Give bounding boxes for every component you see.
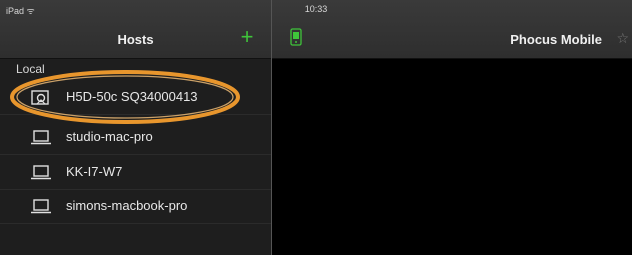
host-label: KK-I7-W7 (66, 164, 123, 179)
host-row-kk-i7-w7[interactable]: KK-I7-W7 (0, 155, 271, 190)
main-pane: Phocus Mobile ☆ (272, 0, 632, 255)
main-title: Phocus Mobile (510, 32, 602, 47)
camera-icon (31, 90, 49, 105)
laptop-icon (31, 199, 51, 214)
hosts-sidebar: Hosts + Local H5D-50c SQ34000413 studio-… (0, 0, 271, 255)
host-label: studio-mac-pro (66, 129, 153, 144)
star-icon[interactable]: ☆ (616, 30, 629, 47)
sidebar-title: Hosts (117, 32, 154, 47)
status-time: 10:33 (304, 4, 328, 14)
host-label: H5D-50c SQ34000413 (66, 89, 198, 104)
host-row-simons-macbook-pro[interactable]: simons-macbook-pro (0, 189, 271, 224)
phone-icon[interactable] (290, 28, 302, 46)
host-row-studio-mac-pro[interactable]: studio-mac-pro (0, 120, 271, 155)
laptop-icon (31, 165, 51, 180)
section-label-local: Local (16, 62, 45, 76)
laptop-icon (31, 130, 51, 145)
host-label: simons-macbook-pro (66, 198, 188, 213)
host-row-camera[interactable]: H5D-50c SQ34000413 (0, 80, 271, 115)
status-bar: iPad ᯤ 10:33 (0, 0, 632, 20)
add-host-button[interactable]: + (237, 26, 257, 48)
